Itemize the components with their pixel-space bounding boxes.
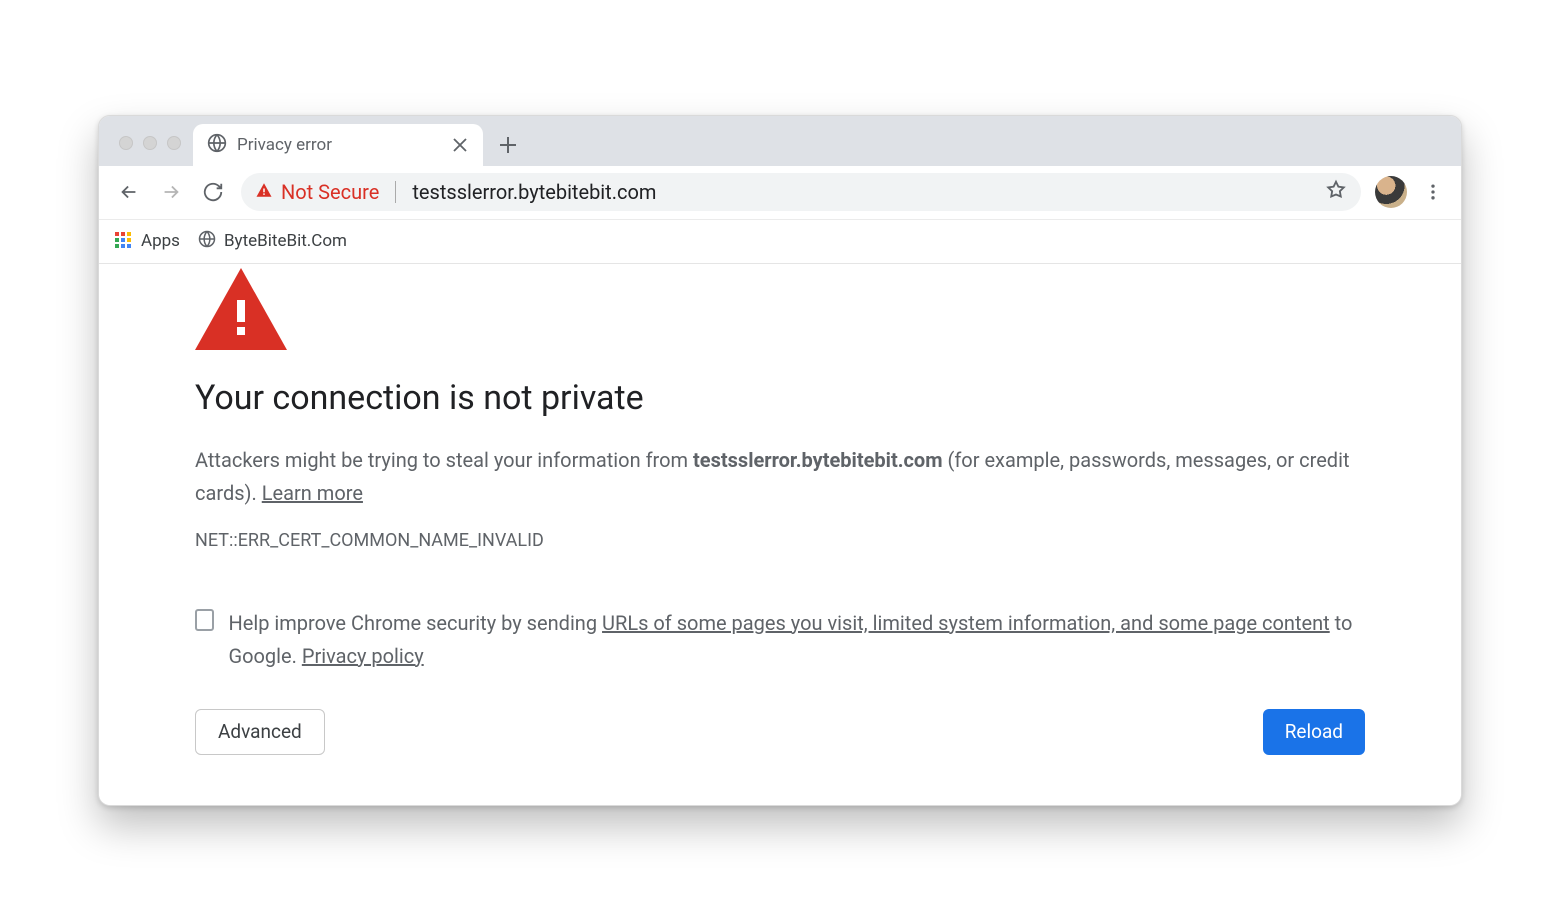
page-heading: Your connection is not private xyxy=(195,378,1365,418)
apps-grid-icon xyxy=(115,232,133,250)
warning-triangle-icon xyxy=(195,268,1365,350)
window-close-icon[interactable] xyxy=(119,136,133,150)
reload-button[interactable] xyxy=(199,178,227,206)
new-tab-button[interactable] xyxy=(491,128,525,162)
globe-icon xyxy=(198,230,216,253)
opt-in-text: Help improve Chrome security by sending … xyxy=(228,607,1365,673)
desc-text-prefix: Attackers might be trying to steal your … xyxy=(195,448,693,472)
security-label: Not Secure xyxy=(281,180,379,204)
bookmark-item[interactable]: ByteBiteBit.Com xyxy=(198,230,347,253)
reload-page-button[interactable]: Reload xyxy=(1263,709,1365,755)
url-text: testsslerror.bytebitebit.com xyxy=(412,180,656,204)
close-tab-icon[interactable] xyxy=(451,136,469,154)
forward-button[interactable] xyxy=(157,178,185,206)
window-minimize-icon[interactable] xyxy=(143,136,157,150)
apps-button[interactable]: Apps xyxy=(115,231,180,251)
bookmark-label: ByteBiteBit.Com xyxy=(224,231,347,251)
browser-tab[interactable]: Privacy error xyxy=(193,124,483,166)
warning-description: Attackers might be trying to steal your … xyxy=(195,444,1365,510)
profile-avatar[interactable] xyxy=(1375,176,1407,208)
divider xyxy=(395,181,396,203)
advanced-button[interactable]: Advanced xyxy=(195,709,325,755)
opt-in-checkbox[interactable] xyxy=(195,609,214,631)
opt-in-prefix: Help improve Chrome security by sending xyxy=(228,611,602,635)
warning-triangle-icon xyxy=(255,180,273,204)
tab-strip: Privacy error xyxy=(99,116,1461,166)
tab-title: Privacy error xyxy=(237,135,441,155)
back-button[interactable] xyxy=(115,178,143,206)
toolbar: Not Secure testsslerror.bytebitebit.com xyxy=(99,166,1461,220)
window-maximize-icon[interactable] xyxy=(167,136,181,150)
bookmark-star-icon[interactable] xyxy=(1325,179,1347,206)
opt-in-row: Help improve Chrome security by sending … xyxy=(195,607,1365,673)
desc-domain: testsslerror.bytebitebit.com xyxy=(693,448,943,472)
browser-window: Privacy error Not Secure xyxy=(98,115,1462,806)
opt-in-details-link[interactable]: URLs of some pages you visit, limited sy… xyxy=(602,611,1330,635)
apps-label: Apps xyxy=(141,231,180,251)
window-controls xyxy=(111,136,193,166)
security-indicator[interactable]: Not Secure xyxy=(255,180,379,204)
privacy-policy-link[interactable]: Privacy policy xyxy=(302,644,424,668)
error-code: NET::ERR_CERT_COMMON_NAME_INVALID xyxy=(195,530,1365,551)
button-row: Advanced Reload xyxy=(195,709,1365,755)
address-bar[interactable]: Not Secure testsslerror.bytebitebit.com xyxy=(241,173,1361,211)
globe-icon xyxy=(207,133,227,157)
kebab-menu-icon[interactable] xyxy=(1421,180,1445,204)
page-content: Your connection is not private Attackers… xyxy=(99,264,1461,805)
bookmarks-bar: Apps ByteBiteBit.Com xyxy=(99,220,1461,264)
learn-more-link[interactable]: Learn more xyxy=(262,481,363,505)
